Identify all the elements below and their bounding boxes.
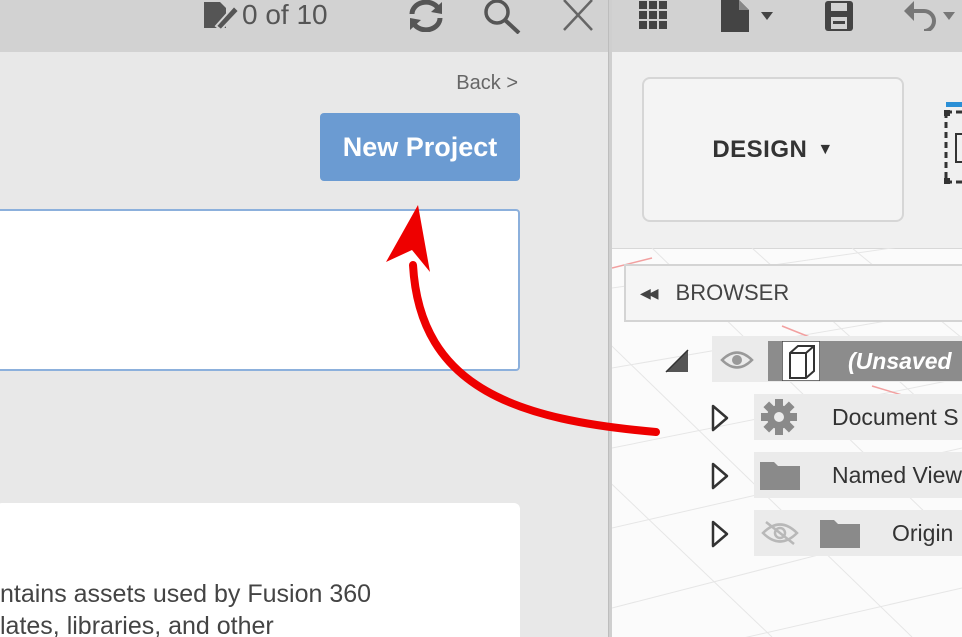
file-icon (721, 0, 749, 32)
chevron-down-icon (943, 12, 955, 20)
save-button[interactable] (822, 0, 856, 32)
visibility-eye-icon[interactable] (720, 349, 754, 371)
workspace-label: DESIGN (712, 135, 808, 163)
file-menu-button[interactable] (712, 0, 782, 32)
info-text: ntains assets used by Fusion 360 lates, … (0, 578, 520, 637)
chevron-down-icon: ▼ (817, 140, 834, 158)
project-name-area[interactable] (0, 209, 520, 371)
expand-triangle-icon[interactable] (664, 348, 690, 374)
info-line-2: lates, libraries, and other (0, 612, 274, 637)
gear-icon (761, 399, 797, 435)
refresh-icon (409, 0, 443, 32)
expand-triangle-icon[interactable] (710, 461, 730, 491)
save-icon (825, 1, 853, 31)
new-project-button[interactable]: New Project (320, 113, 520, 181)
browser-item-label: Document S (832, 404, 959, 430)
job-status-count: 0 of 10 (242, 0, 328, 30)
root-component-name: (Unsaved (848, 347, 952, 374)
collapse-browser-icon[interactable]: ◀◀ (640, 285, 658, 302)
component-box-icon (782, 341, 820, 381)
close-panel-button[interactable] (558, 0, 598, 32)
browser-panel-header[interactable]: ◀◀ BROWSER (624, 264, 962, 322)
visibility-hidden-icon[interactable] (760, 520, 800, 546)
search-icon (484, 0, 521, 34)
info-line-1: ntains assets used by Fusion 360 (0, 580, 372, 608)
data-panel-toolbar: 0 of 10 (0, 0, 608, 52)
show-data-panel-button[interactable] (636, 0, 670, 30)
grid-icon (639, 1, 667, 29)
folder-icon (820, 520, 860, 548)
expand-triangle-icon[interactable] (710, 403, 730, 433)
close-icon (563, 0, 593, 31)
browser-item-named-views[interactable]: Named View (612, 452, 962, 498)
edit-document-icon (204, 2, 240, 30)
job-status-counter[interactable]: 0 of 10 (200, 0, 328, 30)
back-link[interactable]: Back > (456, 72, 518, 95)
browser-title: BROWSER (675, 280, 790, 305)
chevron-down-icon (761, 12, 773, 20)
canvas-area: DESIGN ▼ ◀◀ BROWSER (Unsaved Document S … (612, 0, 962, 637)
browser-item-document-settings[interactable]: Document S (612, 394, 962, 440)
folder-icon (760, 462, 800, 490)
browser-item-label: Origin (892, 520, 954, 546)
create-sketch-tool[interactable] (944, 98, 962, 188)
application-toolbar (612, 0, 962, 52)
undo-button[interactable] (898, 0, 962, 32)
sketch-icon (944, 102, 962, 184)
undo-icon (904, 1, 936, 31)
refresh-button[interactable] (404, 0, 448, 32)
expand-triangle-icon[interactable] (710, 519, 730, 549)
search-button[interactable] (480, 0, 524, 34)
browser-item-origin[interactable]: Origin (612, 510, 962, 556)
workspace-switcher[interactable]: DESIGN ▼ (642, 77, 904, 222)
browser-item-label: Named View (832, 462, 962, 488)
data-panel: 0 of 10 Back > New Project ntains assets… (0, 0, 608, 637)
